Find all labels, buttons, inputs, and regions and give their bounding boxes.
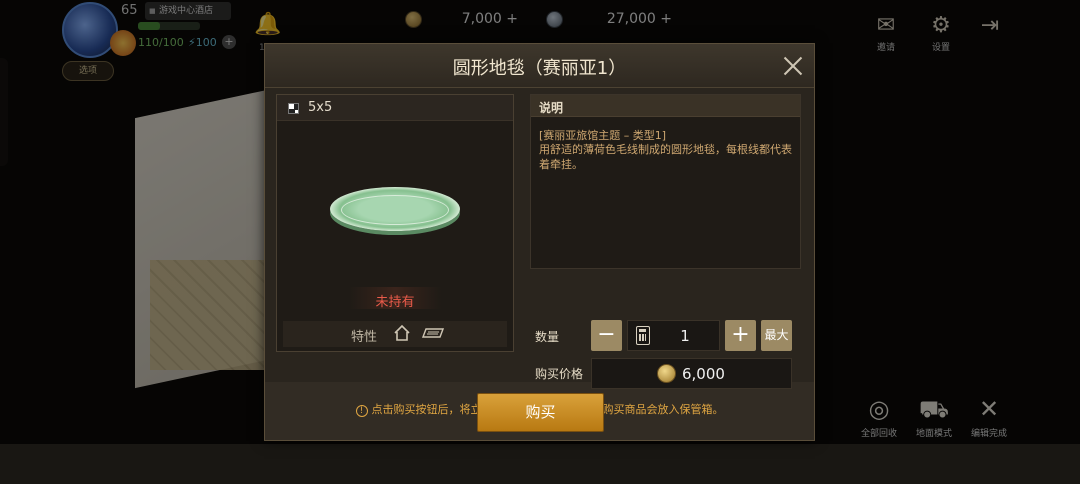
gold-coin-icon	[657, 364, 676, 383]
item-preview: 5x5 未持有 特性	[276, 94, 514, 352]
increase-quantity-button[interactable]: +	[725, 320, 756, 351]
description-title: 说明	[539, 101, 564, 115]
grid-size-icon	[288, 103, 299, 114]
price-label: 购买价格	[535, 367, 584, 381]
calculator-icon[interactable]	[636, 326, 650, 345]
buy-button[interactable]: 购买	[477, 393, 604, 432]
quantity-field[interactable]: 1	[627, 320, 720, 351]
trait-label: 特性	[351, 330, 378, 345]
max-quantity-button[interactable]: 最大	[761, 320, 792, 351]
quantity-value: 1	[680, 327, 690, 345]
description-panel: 说明 [赛丽亚旅馆主题 – 类型1] 用舒适的薄荷色毛线制成的圆形地毯，每根线都…	[530, 94, 801, 269]
house-icon	[394, 324, 410, 341]
quantity-label: 数量	[535, 330, 560, 344]
description-text: 用舒适的薄荷色毛线制成的圆形地毯，每根线都代表着牵挂。	[539, 143, 792, 171]
dialog-title: 圆形地毯（赛丽亚1）	[452, 58, 627, 79]
size-bar: 5x5	[277, 95, 513, 121]
price-box: 6,000	[591, 358, 792, 389]
dialog-body: 5x5 未持有 特性 说明 [赛丽亚旅馆主题 – 类型1] 用舒适的薄荷色毛线制…	[265, 88, 814, 417]
description-header: 说明	[531, 95, 800, 117]
close-dialog-button[interactable]	[781, 54, 805, 78]
description-subtitle: [赛丽亚旅馆主题 – 类型1]	[539, 129, 667, 142]
price-value: 6,000	[682, 365, 725, 383]
decrease-quantity-button[interactable]: −	[591, 320, 622, 351]
trait-bar: 特性	[283, 321, 507, 347]
warning-icon: !	[355, 405, 368, 417]
floor-item-icon	[422, 328, 444, 338]
purchase-dialog: 圆形地毯（赛丽亚1） 5x5 未持有 特性 说明 [赛丽亚旅馆主题 – 类型1]…	[264, 43, 815, 441]
rug-image-border	[341, 195, 449, 225]
ownership-status: 未持有	[375, 295, 415, 310]
dialog-header: 圆形地毯（赛丽亚1）	[265, 44, 814, 88]
item-size: 5x5	[308, 100, 333, 115]
